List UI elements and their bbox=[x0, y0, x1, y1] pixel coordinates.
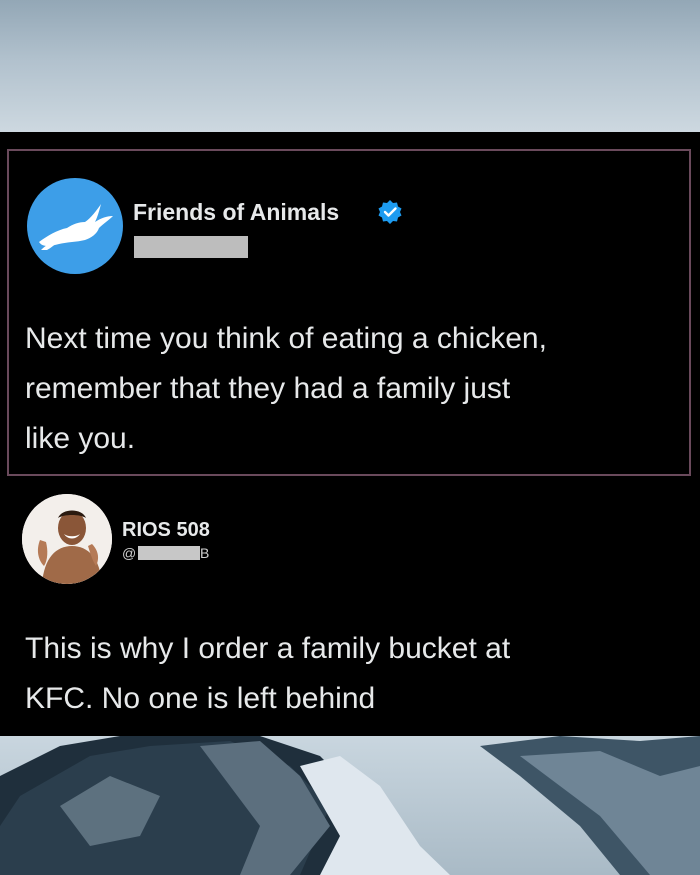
mountain-illustration bbox=[0, 736, 700, 875]
account-name-rios[interactable]: RIOS 508 bbox=[122, 519, 210, 542]
handle-prefix: @ bbox=[122, 545, 137, 561]
mountain-background bbox=[0, 736, 700, 875]
friends-of-animals-avatar[interactable] bbox=[27, 178, 123, 274]
profile-photo bbox=[22, 494, 112, 584]
verified-badge-icon bbox=[378, 200, 402, 224]
rios-avatar[interactable] bbox=[22, 494, 112, 584]
sky-background bbox=[0, 0, 700, 132]
handle-suffix: B bbox=[200, 545, 210, 561]
redacted-handle bbox=[134, 236, 248, 258]
hare-logo-icon bbox=[39, 204, 113, 250]
tweet-body: Next time you think of eating a chicken,… bbox=[25, 322, 547, 455]
reply-body: This is why I order a family bucket at K… bbox=[25, 632, 511, 715]
account-name[interactable]: Friends of Animals bbox=[133, 199, 339, 226]
redacted-handle bbox=[138, 546, 200, 560]
